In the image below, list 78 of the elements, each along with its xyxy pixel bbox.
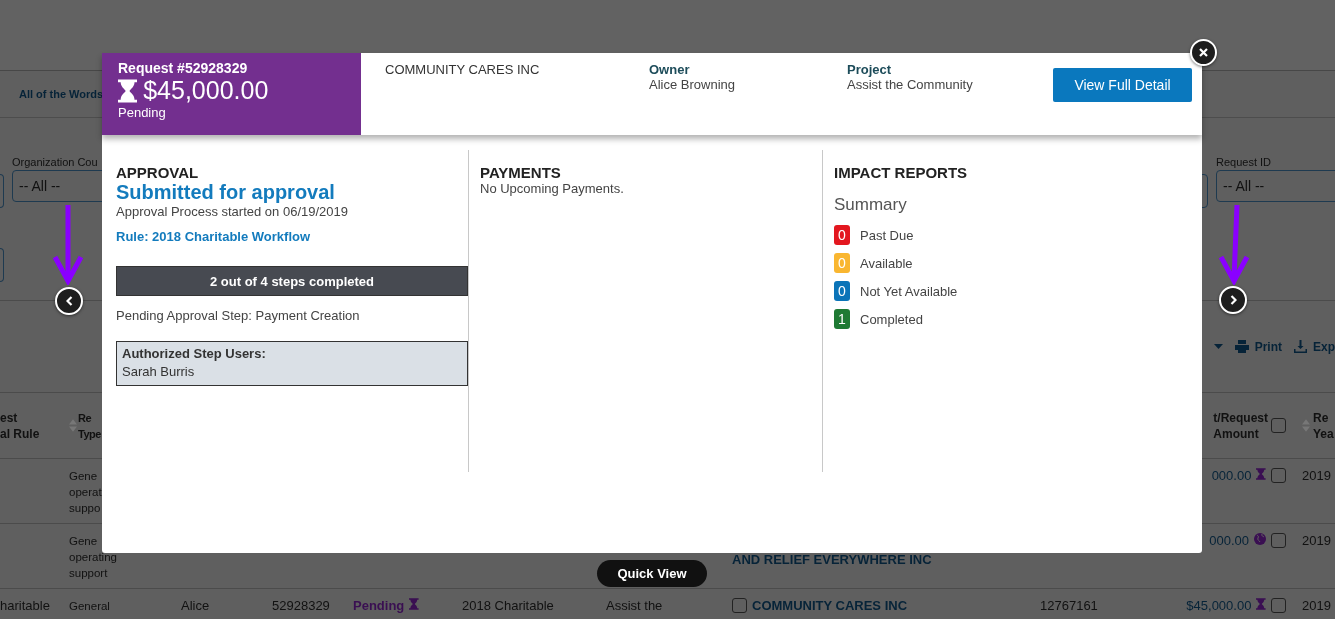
down-arrow-icon xyxy=(1218,205,1250,285)
quick-view-button[interactable]: Quick View xyxy=(597,560,707,587)
table-cell: 2019 xyxy=(1302,468,1331,483)
table-cell[interactable]: AND RELIEF EVERYWHERE INC xyxy=(732,552,932,567)
field-label: Organization Cou xyxy=(12,156,99,168)
pending-step-text: Pending Approval Step: Payment Creation xyxy=(116,308,361,323)
table-cell: 000.00 xyxy=(1209,533,1249,548)
chevron-right-icon xyxy=(1229,295,1237,305)
field-label: Request ID xyxy=(1216,156,1273,168)
sort-icon[interactable] xyxy=(1302,419,1310,432)
table-cell: 52928329 xyxy=(272,598,330,613)
hourglass-icon xyxy=(118,78,138,103)
field-label: Owner xyxy=(649,62,691,77)
summary-heading: Summary xyxy=(834,195,908,215)
export-button[interactable]: Exp xyxy=(1294,339,1335,354)
table-cell[interactable]: COMMUNITY CARES INC xyxy=(752,598,908,613)
chevron-left-icon xyxy=(65,296,73,306)
count-badge: 0 xyxy=(834,253,850,273)
organization-name: COMMUNITY CARES INC xyxy=(384,61,541,79)
table-cell: 2019 xyxy=(1302,598,1331,613)
table-cell: 000.00 xyxy=(1211,468,1252,483)
hourglass-icon xyxy=(1256,598,1266,610)
checkbox[interactable] xyxy=(732,598,747,613)
field-value: Assist the Community xyxy=(847,77,974,92)
download-icon xyxy=(1294,340,1307,353)
report-status-label: Past Due xyxy=(860,227,914,243)
checkbox[interactable] xyxy=(1271,418,1286,433)
table-cell: Assist the xyxy=(606,598,663,613)
section-heading: IMPACT REPORTS xyxy=(834,164,969,181)
request-status: Pending xyxy=(118,105,167,120)
table-cell: Alice xyxy=(181,598,210,613)
checkbox[interactable] xyxy=(1271,468,1286,483)
approval-start-text: Approval Process started on 06/19/2019 xyxy=(116,204,349,219)
previous-button[interactable] xyxy=(55,287,83,315)
report-status-label: Available xyxy=(860,255,913,271)
tab-link[interactable]: All of the Words xyxy=(19,88,104,100)
next-button[interactable] xyxy=(1219,286,1247,314)
count-badge: 0 xyxy=(834,225,850,245)
caret-icon[interactable] xyxy=(1213,344,1223,349)
table-cell: Pending xyxy=(353,598,405,613)
field-label: Project xyxy=(847,62,893,77)
users-label: Authorized Step Users: xyxy=(122,346,267,361)
column-header[interactable]: est al Rule xyxy=(0,409,40,442)
request-amount: $45,000.00 xyxy=(143,76,269,105)
column-header[interactable]: Re Yea xyxy=(1313,409,1334,442)
sort-icon[interactable] xyxy=(69,419,77,432)
table-cell-text: General xyxy=(69,599,110,614)
steps-completed-banner: 2 out of 4 steps completed xyxy=(116,266,468,296)
count-badge: 1 xyxy=(834,309,850,329)
table-cell: 2018 Charitable xyxy=(462,598,554,613)
column-header[interactable]: t/Request Amount xyxy=(1213,409,1268,442)
report-status-label: Not Yet Available xyxy=(860,283,958,299)
table-cell: 12767161 xyxy=(1040,598,1098,613)
table-cell: haritable xyxy=(0,598,50,613)
table-cell: 2019 xyxy=(1302,533,1331,548)
view-full-detail-button[interactable]: View Full Detail xyxy=(1053,68,1192,102)
close-icon xyxy=(1199,48,1208,57)
report-status-label: Completed xyxy=(860,311,923,327)
checkbox[interactable] xyxy=(1271,598,1286,613)
payments-message: No Upcoming Payments. xyxy=(480,181,625,196)
printer-icon xyxy=(1234,340,1249,353)
globe-icon xyxy=(1254,533,1266,545)
rule-link[interactable]: Rule: 2018 Charitable Workflow xyxy=(116,229,468,244)
section-heading: PAYMENTS xyxy=(480,164,562,181)
select-field[interactable]: -- All -- xyxy=(1216,170,1335,202)
user-name: Sarah Burris xyxy=(122,364,196,379)
table-cell-text: Gene operat suppo xyxy=(69,469,102,516)
checkbox[interactable] xyxy=(1271,533,1286,548)
request-title: Request #52928329 xyxy=(118,60,249,76)
table-cell: $45,000.00 xyxy=(1186,598,1252,613)
count-badge: 0 xyxy=(834,281,850,301)
field-value: Alice Browning xyxy=(649,77,736,92)
hourglass-icon xyxy=(409,598,419,610)
table-cell-text: Gene operating support xyxy=(69,534,117,581)
down-arrow-icon xyxy=(52,205,84,285)
column-header[interactable]: Re Type xyxy=(78,409,101,442)
hourglass-icon xyxy=(1256,468,1266,480)
print-button[interactable]: Print xyxy=(1234,339,1282,354)
